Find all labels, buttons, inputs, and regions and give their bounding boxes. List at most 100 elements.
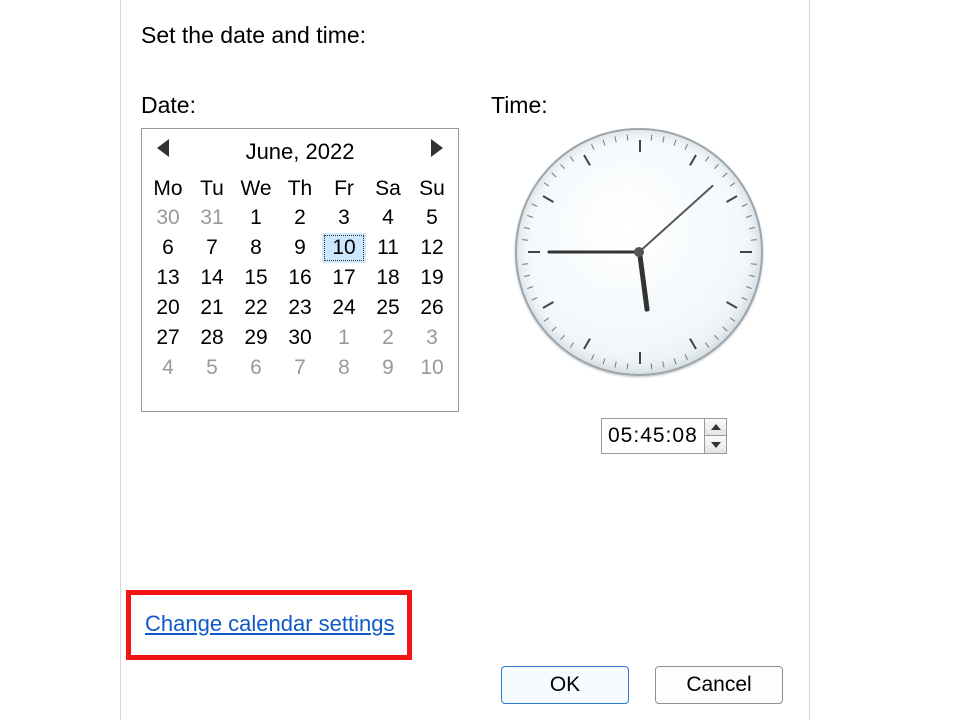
clock-tick-minor: [627, 363, 629, 369]
clock-tick-minor: [522, 239, 528, 241]
time-spin-down-button[interactable]: [705, 436, 726, 453]
date-section-label: Date:: [141, 92, 196, 119]
calendar-weekday-label: We: [234, 175, 278, 203]
calendar-day[interactable]: 9: [366, 353, 410, 383]
clock-minute-hand: [547, 251, 639, 254]
calendar-day[interactable]: 26: [410, 293, 454, 323]
calendar-day[interactable]: 15: [234, 263, 278, 293]
calendar-day[interactable]: 30: [146, 203, 190, 233]
calendar-day[interactable]: 29: [234, 323, 278, 353]
clock-tick-minor: [531, 204, 537, 207]
calendar-day[interactable]: 5: [410, 203, 454, 233]
time-input[interactable]: [601, 418, 705, 454]
calendar-day[interactable]: 7: [190, 233, 234, 263]
clock-tick-major: [689, 155, 697, 166]
clock-tick-minor: [714, 335, 719, 340]
calendar-day[interactable]: 16: [278, 263, 322, 293]
clock-tick-minor: [674, 358, 677, 364]
clock-tick-minor: [614, 361, 616, 367]
clock-tick-minor: [544, 182, 549, 186]
clock-tick-minor: [570, 156, 574, 161]
calendar-day[interactable]: 3: [322, 203, 366, 233]
clock-tick-minor: [685, 144, 688, 150]
calendar-month-label[interactable]: June, 2022: [246, 139, 355, 165]
calendar-weekday-label: Th: [278, 175, 322, 203]
prev-month-icon[interactable]: [157, 139, 169, 157]
dialog-button-row: OK Cancel: [501, 666, 783, 704]
calendar-weekday-label: Fr: [322, 175, 366, 203]
date-time-dialog: Set the date and time: Date: Time: June,…: [120, 0, 810, 720]
calendar-day[interactable]: 18: [366, 263, 410, 293]
clock-tick-minor: [527, 215, 533, 218]
dialog-heading: Set the date and time:: [141, 22, 366, 49]
clock-tick-minor: [662, 136, 664, 142]
clock-tick-minor: [751, 239, 757, 241]
analog-clock: [515, 128, 763, 376]
calendar-day[interactable]: 20: [146, 293, 190, 323]
clock-tick-minor: [551, 327, 556, 332]
calendar-day[interactable]: 5: [190, 353, 234, 383]
clock-tick-major: [528, 251, 540, 253]
clock-tick-major: [639, 352, 641, 364]
clock-tick-minor: [627, 135, 629, 141]
clock-tick-minor: [705, 342, 709, 347]
calendar-day[interactable]: 31: [190, 203, 234, 233]
calendar-day[interactable]: 6: [234, 353, 278, 383]
calendar-day[interactable]: 10: [410, 353, 454, 383]
clock-tick-minor: [751, 263, 757, 265]
clock-tick-minor: [685, 354, 688, 360]
clock-tick-minor: [603, 140, 606, 146]
clock-tick-minor: [524, 227, 530, 229]
calendar-day[interactable]: 6: [146, 233, 190, 263]
change-calendar-settings-link[interactable]: Change calendar settings: [145, 611, 395, 636]
calendar-weekday-label: Mo: [146, 175, 190, 203]
calendar-day[interactable]: 8: [322, 353, 366, 383]
calendar-weekday-label: Sa: [366, 175, 410, 203]
clock-tick-major: [583, 155, 591, 166]
calendar-day[interactable]: 7: [278, 353, 322, 383]
clock-center-dot: [634, 247, 644, 257]
time-spin-up-button[interactable]: [705, 419, 726, 436]
calendar-day[interactable]: 24: [322, 293, 366, 323]
clock-tick-minor: [742, 297, 748, 300]
calendar-day[interactable]: 17: [322, 263, 366, 293]
annotation-highlight: Change calendar settings: [126, 590, 412, 660]
calendar-day[interactable]: 28: [190, 323, 234, 353]
calendar-day[interactable]: 14: [190, 263, 234, 293]
calendar-grid: MoTuWeThFrSaSu30311234567891011121314151…: [142, 175, 458, 387]
calendar-day[interactable]: 30: [278, 323, 322, 353]
clock-tick-minor: [651, 363, 653, 369]
calendar-weekday-label: Su: [410, 175, 454, 203]
calendar-day[interactable]: 9: [278, 233, 322, 263]
next-month-icon[interactable]: [431, 139, 443, 157]
calendar-day[interactable]: 25: [366, 293, 410, 323]
calendar-day[interactable]: 12: [410, 233, 454, 263]
calendar-day[interactable]: 19: [410, 263, 454, 293]
clock-tick-minor: [531, 297, 537, 300]
calendar-day[interactable]: 10: [322, 233, 366, 263]
clock-tick-minor: [544, 317, 549, 321]
time-spinner: [601, 418, 727, 454]
ok-button[interactable]: OK: [501, 666, 629, 704]
calendar-day[interactable]: 13: [146, 263, 190, 293]
clock-tick-major: [639, 140, 641, 152]
cancel-button[interactable]: Cancel: [655, 666, 783, 704]
calendar-day[interactable]: 8: [234, 233, 278, 263]
clock-tick-minor: [527, 286, 533, 289]
calendar-day[interactable]: 27: [146, 323, 190, 353]
calendar-day[interactable]: 22: [234, 293, 278, 323]
calendar-day[interactable]: 4: [146, 353, 190, 383]
calendar-day[interactable]: 1: [322, 323, 366, 353]
calendar-day[interactable]: 23: [278, 293, 322, 323]
calendar-day[interactable]: 11: [366, 233, 410, 263]
calendar-day[interactable]: 4: [366, 203, 410, 233]
calendar-day[interactable]: 2: [366, 323, 410, 353]
calendar-day[interactable]: 1: [234, 203, 278, 233]
calendar-day[interactable]: 3: [410, 323, 454, 353]
calendar-day[interactable]: 2: [278, 203, 322, 233]
calendar-header: June, 2022: [142, 129, 458, 175]
clock-tick-minor: [714, 164, 719, 169]
clock-tick-minor: [749, 275, 755, 277]
calendar-day[interactable]: 21: [190, 293, 234, 323]
clock-tick-minor: [746, 286, 752, 289]
